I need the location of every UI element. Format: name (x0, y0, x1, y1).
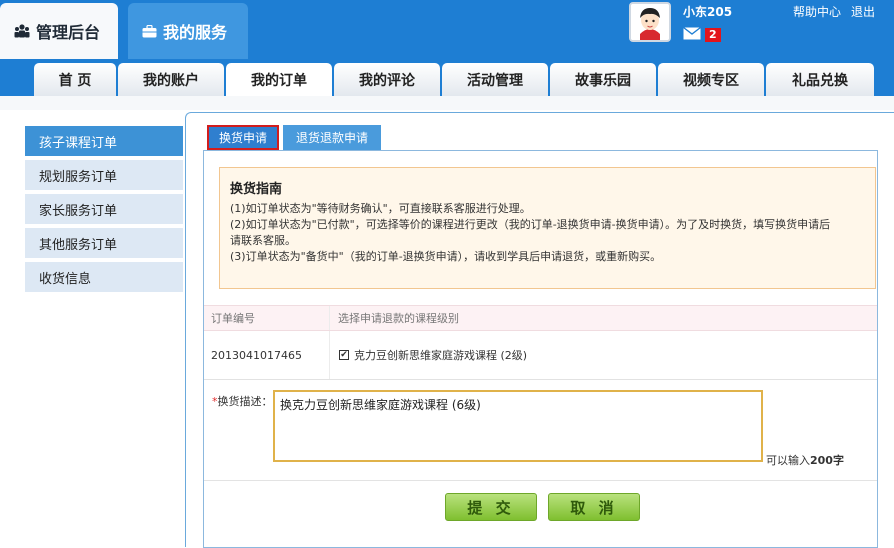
top-header: 管理后台 我的服务 小东205 2 帮助中心 退出 首 页 我的账户 我的订单 … (0, 0, 894, 98)
username[interactable]: 小东205 (683, 3, 732, 20)
briefcase-icon (142, 24, 157, 38)
tab-admin[interactable]: 管理后台 (0, 3, 118, 59)
nav-video[interactable]: 视频专区 (658, 63, 764, 96)
sidebar-item-child-course-orders[interactable]: 孩子课程订单 (25, 126, 183, 156)
sidebar-item-planning-orders[interactable]: 规划服务订单 (25, 160, 183, 190)
tab-my-service-label: 我的服务 (163, 23, 228, 42)
cancel-button[interactable]: 取 消 (548, 493, 640, 521)
table-header: 订单编号 选择申请退款的课程级别 (204, 305, 877, 331)
guide-title: 换货指南 (230, 182, 283, 197)
course-checkbox[interactable]: ✔ (339, 350, 349, 360)
main-nav: 首 页 我的账户 我的订单 我的评论 活动管理 故事乐园 视频专区 礼品兑换 (34, 63, 876, 96)
course-option[interactable]: ✔ 克力豆创新思维家庭游戏课程 (2级) (339, 331, 527, 379)
main-panel: 换货申请 退货退款申请 换货指南 (1)如订单状态为"等待财务确认"，可直接联系… (185, 112, 894, 548)
description-label-text: 换货描述： (217, 395, 273, 408)
char-counter: 可以输入200字 (766, 452, 844, 468)
avatar[interactable] (629, 2, 671, 42)
nav-home[interactable]: 首 页 (34, 63, 116, 96)
submit-button[interactable]: 提 交 (445, 493, 537, 521)
divider (204, 480, 877, 481)
nav-my-comments[interactable]: 我的评论 (334, 63, 440, 96)
content-band (0, 96, 894, 110)
column-header-order-no: 订单编号 (211, 312, 255, 325)
org-chart-icon (14, 24, 30, 38)
envelope-icon[interactable] (683, 25, 701, 44)
nav-gift[interactable]: 礼品兑换 (766, 63, 874, 96)
sidebar-item-delivery-info[interactable]: 收货信息 (25, 262, 183, 292)
exchange-description-input[interactable]: 换克力豆创新思维家庭游戏课程 (6级) (273, 390, 763, 462)
table-row: 2013041017465 ✔ 克力豆创新思维家庭游戏课程 (2级) (204, 331, 877, 380)
sidebar-item-parent-orders[interactable]: 家长服务订单 (25, 194, 183, 224)
column-divider (329, 331, 330, 379)
logout-link[interactable]: 退出 (851, 3, 875, 20)
column-divider (329, 306, 330, 330)
guide-line: (2)如订单状态为"已付款"，可选择等价的课程进行更改（我的订单-退换货申请-换… (230, 218, 831, 231)
sidebar: 孩子课程订单 规划服务订单 家长服务订单 其他服务订单 收货信息 (25, 126, 183, 296)
guide-line: 请联系客服。 (230, 234, 296, 247)
tab-my-service[interactable]: 我的服务 (128, 3, 248, 59)
messages[interactable]: 2 (683, 25, 721, 44)
order-number: 2013041017465 (211, 348, 302, 362)
nav-story[interactable]: 故事乐园 (550, 63, 656, 96)
tab-refund-request[interactable]: 退货退款申请 (283, 125, 381, 150)
guide-line: (3)订单状态为"备货中"（我的订单-退换货申请），请收到学具后申请退货，或重新… (230, 250, 662, 263)
exchange-guide: 换货指南 (1)如订单状态为"等待财务确认"，可直接联系客服进行处理。 (2)如… (219, 167, 876, 289)
sidebar-item-other-orders[interactable]: 其他服务订单 (25, 228, 183, 258)
column-header-course-level: 选择申请退款的课程级别 (338, 312, 459, 325)
nav-my-account[interactable]: 我的账户 (118, 63, 224, 96)
course-option-label: 克力豆创新思维家庭游戏课程 (2级) (354, 349, 528, 362)
char-counter-prefix: 可以输入 (766, 454, 810, 467)
guide-line: (1)如订单状态为"等待财务确认"，可直接联系客服进行处理。 (230, 202, 531, 215)
exchange-form: 换货指南 (1)如订单状态为"等待财务确认"，可直接联系客服进行处理。 (2)如… (203, 150, 878, 548)
tab-admin-label: 管理后台 (36, 23, 101, 42)
tab-exchange-request[interactable]: 换货申请 (207, 125, 279, 150)
help-center-link[interactable]: 帮助中心 (793, 3, 841, 20)
nav-my-orders[interactable]: 我的订单 (226, 63, 332, 96)
nav-activity[interactable]: 活动管理 (442, 63, 548, 96)
char-counter-value: 200字 (810, 454, 844, 467)
description-label: *换货描述： (212, 393, 273, 409)
unread-badge: 2 (705, 27, 721, 42)
